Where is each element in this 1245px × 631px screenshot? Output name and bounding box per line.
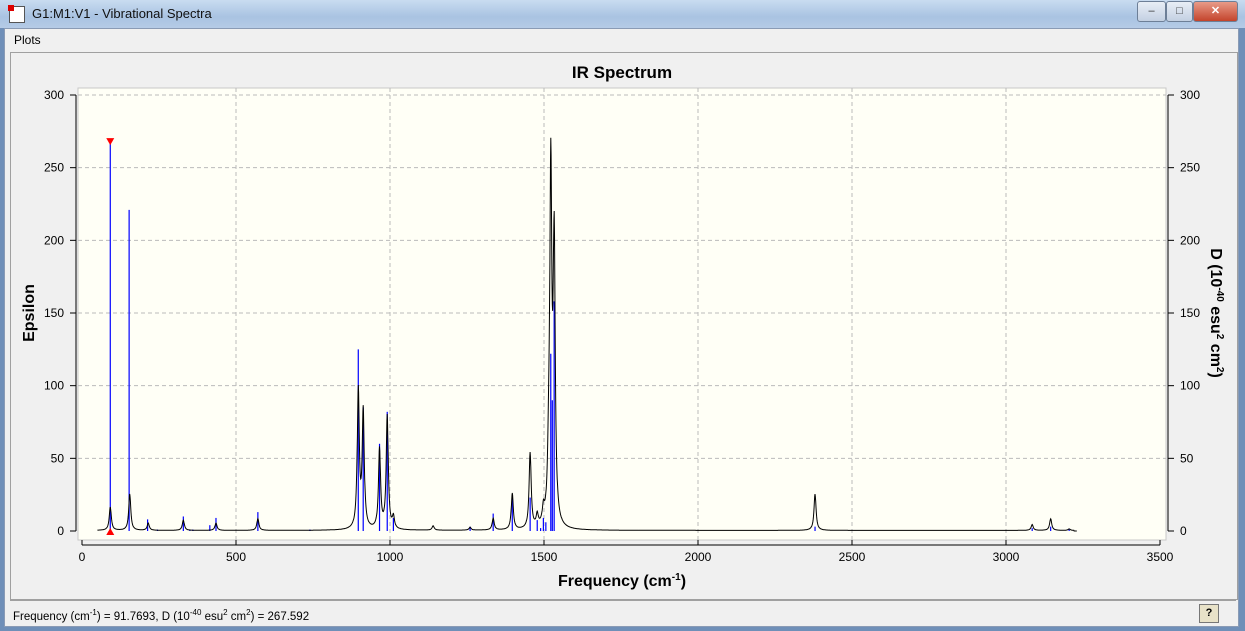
- y2-label-text: D (10: [1207, 248, 1224, 287]
- chart-title: IR Spectrum: [572, 63, 672, 82]
- y2-axis-label: D (10-40 esu2 cm2): [1207, 248, 1225, 378]
- y-tick-label: 200: [44, 233, 64, 247]
- y2-tick-label: 150: [1180, 306, 1200, 320]
- x-tick-label: 1500: [531, 550, 558, 564]
- y-tick-label: 0: [57, 524, 64, 538]
- plot-area[interactable]: [77, 87, 1167, 541]
- y-tick-label: 250: [44, 161, 64, 175]
- y2-tick-label: 0: [1180, 524, 1187, 538]
- y-tick-label: 150: [44, 306, 64, 320]
- x-tick-label: 2000: [685, 550, 712, 564]
- x-axis-label: Frequency (cm-1): [558, 572, 686, 590]
- y2-tick-label: 300: [1180, 88, 1200, 102]
- y2-tick-label: 50: [1180, 451, 1194, 465]
- y2-label-text: esu: [1207, 302, 1224, 334]
- x-tick-label: 3500: [1147, 550, 1174, 564]
- y2-label-end: ): [1207, 372, 1224, 377]
- ir-spectrum-chart[interactable]: 0 500 1000 1500 2000 2500 3000 3500 0 0 50 50 100 100…: [0, 0, 1245, 631]
- x-label-end: ): [681, 573, 686, 590]
- y2-tick-label: 100: [1180, 379, 1200, 393]
- y2-label-text: cm: [1207, 339, 1224, 367]
- x-tick-label: 2500: [839, 550, 866, 564]
- x-tick-label: 0: [79, 550, 86, 564]
- y2-tick-label: 200: [1180, 233, 1200, 247]
- y-tick-label: 100: [44, 379, 64, 393]
- x-label-text: Frequency (cm: [558, 573, 672, 590]
- x-tick-label: 3000: [993, 550, 1020, 564]
- y-axis-label: Epsilon: [21, 284, 38, 342]
- y2-label-sup: -40: [1214, 287, 1225, 302]
- x-tick-label: 500: [226, 550, 246, 564]
- x-tick-label: 1000: [377, 550, 404, 564]
- y-tick-label: 50: [51, 451, 65, 465]
- y-tick-label: 300: [44, 88, 64, 102]
- y2-tick-label: 250: [1180, 161, 1200, 175]
